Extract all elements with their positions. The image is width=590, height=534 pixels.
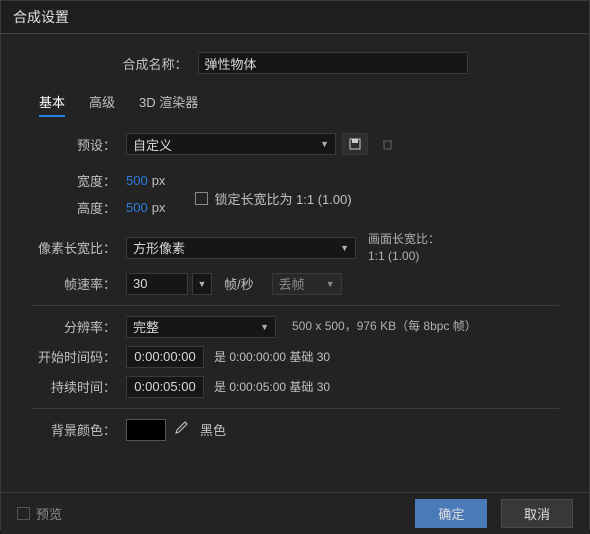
fps-input[interactable]: 30 — [126, 273, 188, 295]
start-time-info: 是 0:00:00:00 基础 30 — [214, 348, 330, 365]
width-value[interactable]: 500 — [126, 173, 148, 188]
preview-label: 预览 — [36, 504, 62, 523]
fps-unit: 帧/秒 — [224, 274, 254, 293]
cancel-button[interactable]: 取消 — [501, 499, 573, 528]
height-value[interactable]: 500 — [126, 200, 148, 215]
delete-preset-button[interactable] — [374, 133, 400, 155]
comp-name-input[interactable] — [198, 52, 468, 74]
fps-dropdown-button[interactable]: ▼ — [192, 273, 212, 295]
divider — [31, 408, 559, 409]
fps-value: 30 — [133, 276, 147, 291]
comp-name-label: 合成名称： — [122, 54, 197, 73]
drop-frame-select: 丢帧 ▼ — [272, 273, 342, 295]
frame-aspect-info: 画面长宽比： 1:1 (1.00) — [368, 231, 440, 265]
duration-input[interactable] — [126, 376, 204, 398]
ok-button[interactable]: 确定 — [415, 499, 487, 528]
start-time-input[interactable] — [126, 346, 204, 368]
resolution-value: 完整 — [133, 317, 159, 336]
bg-color-swatch[interactable] — [126, 419, 166, 441]
par-value: 方形像素 — [133, 238, 185, 257]
resolution-info: 500 x 500，976 KB（每 8bpc 帧） — [292, 318, 477, 335]
preset-label: 预设： — [31, 135, 126, 154]
bg-color-label: 背景颜色： — [31, 420, 126, 439]
eyedropper-icon — [174, 421, 188, 435]
save-icon — [349, 138, 361, 150]
preset-select[interactable]: 自定义 ▼ — [126, 133, 336, 155]
trash-icon — [382, 138, 393, 150]
duration-info: 是 0:00:05:00 基础 30 — [214, 378, 330, 395]
duration-label: 持续时间： — [31, 377, 126, 396]
par-select[interactable]: 方形像素 ▼ — [126, 237, 356, 259]
lock-aspect-checkbox[interactable] — [195, 192, 208, 205]
chevron-down-icon: ▼ — [320, 139, 329, 149]
dialog-title: 合成设置 — [1, 1, 589, 34]
preview-toggle[interactable]: 预览 — [17, 504, 62, 523]
tabs: 基本 高级 3D 渲染器 — [39, 92, 559, 117]
tab-renderer[interactable]: 3D 渲染器 — [139, 92, 198, 117]
divider — [31, 305, 559, 306]
composition-settings-dialog: 合成设置 合成名称： 基本 高级 3D 渲染器 预设： 自定义 ▼ — [0, 0, 590, 530]
chevron-down-icon: ▼ — [340, 243, 349, 253]
preset-value: 自定义 — [133, 135, 172, 154]
tab-advanced[interactable]: 高级 — [89, 92, 115, 117]
eyedropper-button[interactable] — [174, 421, 188, 438]
dialog-content: 合成名称： 基本 高级 3D 渲染器 预设： 自定义 ▼ 宽度： — [1, 34, 589, 492]
dialog-footer: 预览 确定 取消 — [1, 492, 589, 534]
fps-label: 帧速率： — [31, 274, 126, 293]
preview-checkbox[interactable] — [17, 507, 30, 520]
start-time-label: 开始时间码： — [31, 347, 126, 366]
lock-aspect-label: 锁定长宽比为 1:1 (1.00) — [214, 189, 351, 208]
drop-frame-value: 丢帧 — [279, 274, 305, 293]
width-unit: px — [152, 173, 166, 188]
save-preset-button[interactable] — [342, 133, 368, 155]
bg-color-name: 黑色 — [200, 420, 226, 439]
height-unit: px — [152, 200, 166, 215]
chevron-down-icon: ▼ — [260, 322, 269, 332]
chevron-down-icon: ▼ — [198, 279, 207, 289]
resolution-label: 分辨率： — [31, 317, 126, 336]
tab-basic[interactable]: 基本 — [39, 92, 65, 117]
width-label: 宽度： — [31, 171, 126, 190]
resolution-select[interactable]: 完整 ▼ — [126, 316, 276, 338]
chevron-down-icon: ▼ — [326, 279, 335, 289]
par-label: 像素长宽比： — [31, 238, 126, 257]
height-label: 高度： — [31, 198, 126, 217]
